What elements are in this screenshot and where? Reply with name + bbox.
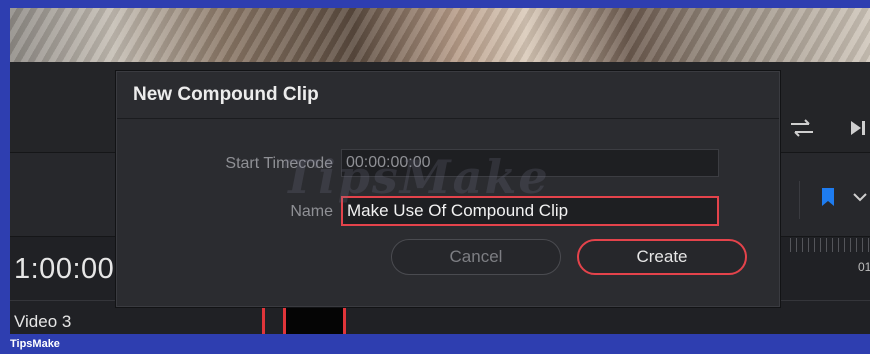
name-label: Name xyxy=(290,203,333,220)
track-label-video-3: Video 3 xyxy=(14,312,72,331)
footer-bar xyxy=(0,336,870,354)
new-compound-clip-dialog: New Compound Clip Start Timecode 00:00:0… xyxy=(116,71,780,307)
skip-to-end-icon[interactable] xyxy=(848,118,868,144)
start-timecode-value: 00:00:00:00 xyxy=(346,154,431,171)
start-timecode-field[interactable]: 00:00:00:00 xyxy=(341,149,719,177)
create-button[interactable]: Create xyxy=(577,239,747,275)
dialog-divider xyxy=(117,118,779,119)
timeline-timecode: 1:00:00 xyxy=(14,253,115,285)
flag-icon[interactable] xyxy=(820,186,836,214)
name-input[interactable] xyxy=(341,196,719,226)
dialog-title: New Compound Clip xyxy=(133,84,319,105)
footer-brand: TipsMake xyxy=(10,338,60,350)
video-preview xyxy=(10,8,870,62)
start-timecode-label: Start Timecode xyxy=(225,155,333,172)
ruler-label: 01 xyxy=(858,260,870,274)
loop-icon[interactable] xyxy=(788,118,816,144)
timeline-ruler[interactable] xyxy=(790,238,870,252)
toolbar-separator xyxy=(799,181,800,219)
chevron-down-icon[interactable] xyxy=(852,188,868,211)
cancel-button[interactable]: Cancel xyxy=(391,239,561,275)
